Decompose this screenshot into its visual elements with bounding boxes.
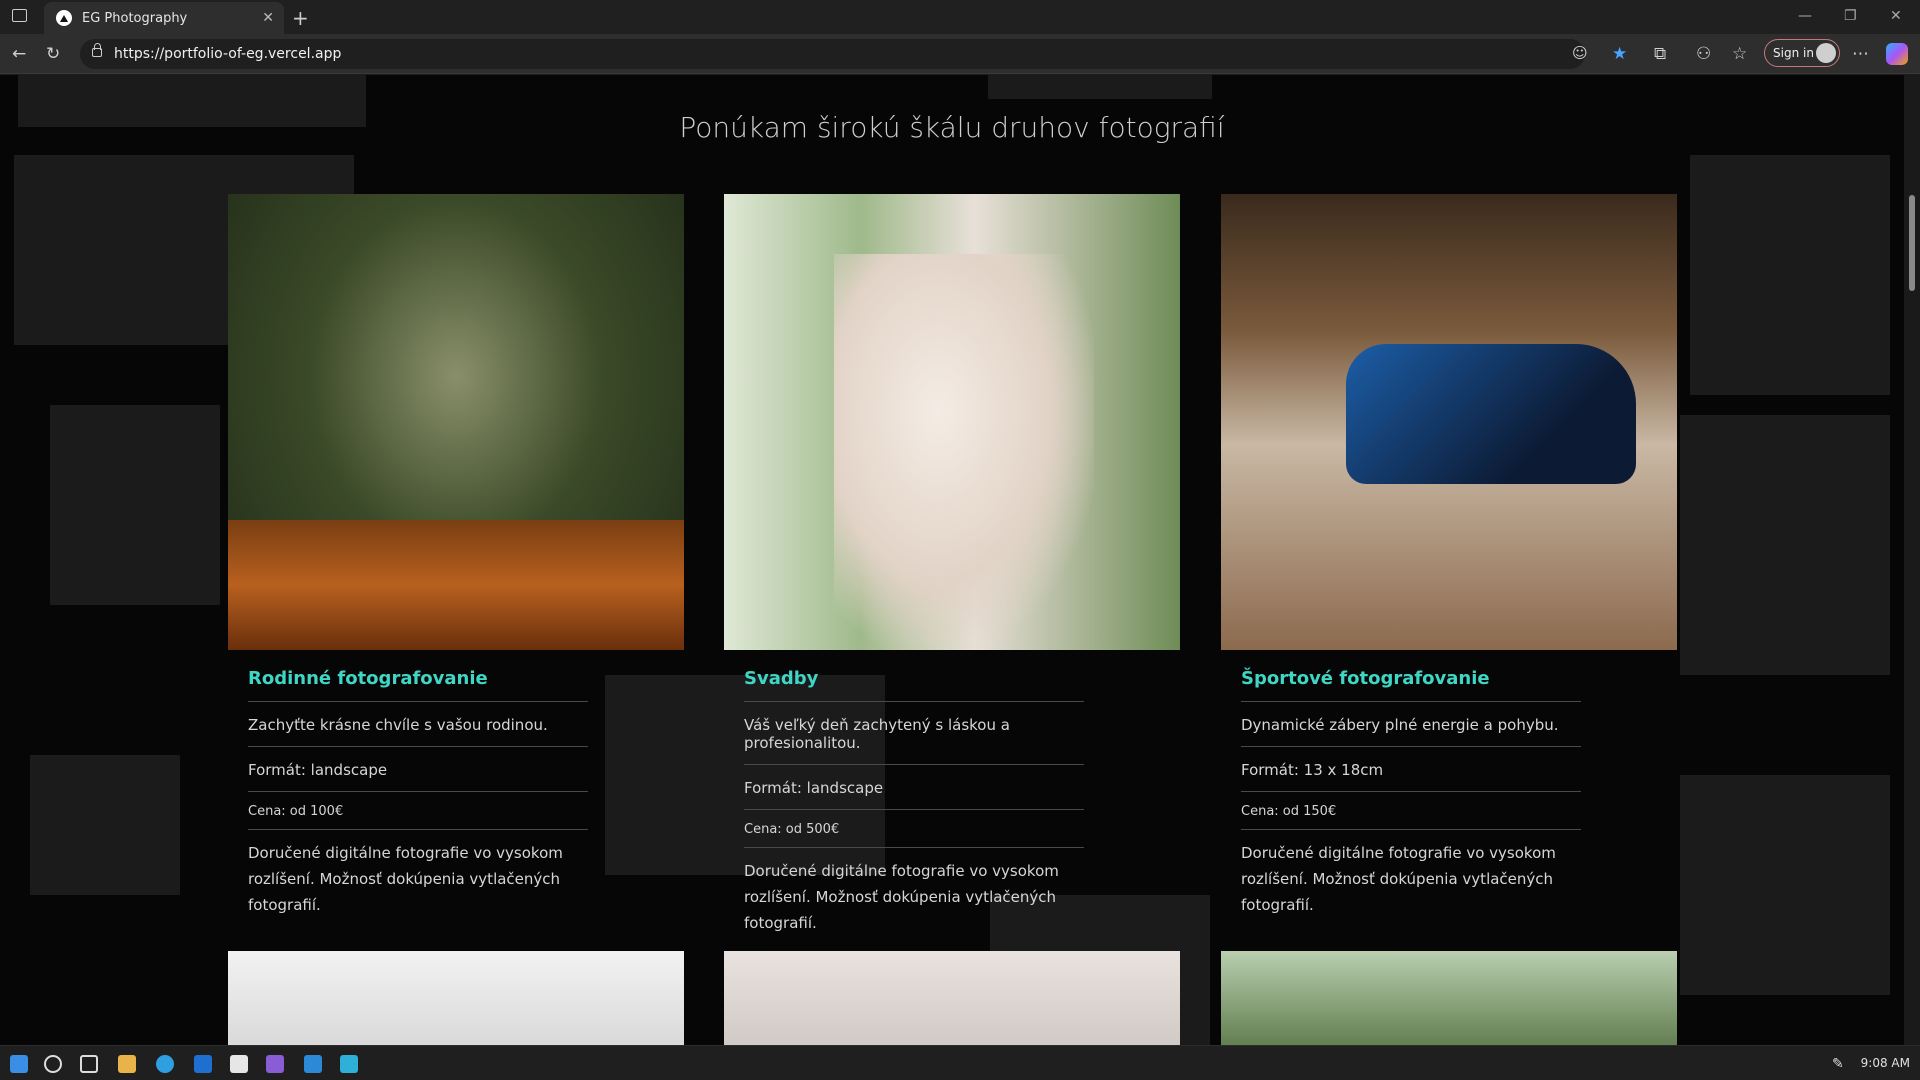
copilot-icon[interactable]: [1886, 43, 1908, 65]
background-tile: [988, 75, 1212, 99]
avatar: [1816, 43, 1836, 63]
sign-in-button[interactable]: Sign in: [1764, 39, 1840, 67]
store-icon[interactable]: [230, 1055, 248, 1073]
refresh-icon[interactable]: ↻: [46, 44, 60, 64]
page-scrollbar[interactable]: [1904, 75, 1920, 1045]
file-explorer-icon[interactable]: [118, 1055, 136, 1073]
address-bar[interactable]: https://portfolio-of-eg.vercel.app: [80, 39, 1585, 69]
close-window-button[interactable]: ✕: [1890, 8, 1902, 24]
windows-taskbar: ✎ 9:08 AM: [0, 1045, 1920, 1080]
more-icon[interactable]: ⋯: [1852, 44, 1869, 64]
family-photo[interactable]: [228, 194, 684, 650]
visual-studio-icon[interactable]: [266, 1055, 284, 1073]
background-tile: [30, 755, 180, 895]
product-photo[interactable]: [724, 951, 1180, 1045]
background-tile: [50, 405, 220, 605]
portrait-photo[interactable]: [228, 951, 684, 1045]
new-tab-button[interactable]: +: [292, 6, 309, 30]
restore-button[interactable]: ❐: [1844, 8, 1857, 24]
card-subtitle: Dynamické zábery plné energie a pohybu.: [1241, 702, 1581, 747]
close-tab-icon[interactable]: ✕: [262, 10, 274, 26]
page-title: Ponúkam širokú škálu druhov fotografií: [679, 111, 1225, 144]
background-tile: [1680, 415, 1890, 675]
card-price: Cena: od 100€: [248, 792, 588, 830]
background-tile: [1680, 775, 1890, 995]
start-icon[interactable]: [10, 1055, 28, 1073]
pen-icon[interactable]: ✎: [1832, 1056, 1848, 1072]
card-subtitle: Váš veľký deň zachytený s láskou a profe…: [744, 702, 1084, 765]
scrollbar-thumb[interactable]: [1909, 195, 1915, 291]
tab-title: EG Photography: [82, 10, 188, 26]
service-card-sports[interactable]: Športové fotografovanie Dynamické zábery…: [1221, 194, 1677, 918]
browser-titlebar: EG Photography ✕ + — ❐ ✕: [0, 0, 1920, 34]
card-title[interactable]: Svadby: [744, 668, 1084, 702]
browser-tab[interactable]: EG Photography ✕: [44, 2, 284, 34]
card-subtitle: Zachyťte krásne chvíle s vašou rodinou.: [248, 702, 588, 747]
minimize-button[interactable]: —: [1798, 8, 1812, 24]
page-content: Ponúkam širokú škálu druhov fotografií R…: [0, 75, 1904, 1045]
lock-icon[interactable]: [92, 43, 102, 57]
taskbar-clock[interactable]: 9:08 AM: [1861, 1056, 1910, 1070]
card-description: Doručené digitálne fotografie vo vysokom…: [744, 862, 1059, 932]
service-card-family[interactable]: Rodinné fotografovanie Zachyťte krásne c…: [228, 194, 684, 918]
vscode-icon[interactable]: [304, 1055, 322, 1073]
favorites-icon[interactable]: ☆: [1732, 44, 1747, 64]
card-format: Formát: 13 x 18cm: [1241, 747, 1581, 792]
search-icon[interactable]: [44, 1055, 62, 1073]
card-format: Formát: landscape: [744, 765, 1084, 810]
card-price: Cena: od 500€: [744, 810, 1084, 848]
browser-toolbar: ← ↻ https://portfolio-of-eg.vercel.app ☺…: [0, 34, 1920, 74]
url-text[interactable]: https://portfolio-of-eg.vercel.app: [114, 46, 341, 62]
extensions-icon[interactable]: ⧉: [1654, 44, 1666, 64]
edge-icon[interactable]: [156, 1055, 174, 1073]
sign-in-label: Sign in: [1773, 46, 1814, 60]
card-title[interactable]: Športové fotografovanie: [1241, 668, 1581, 702]
rally-car-photo[interactable]: [1221, 194, 1677, 650]
landscape-photo[interactable]: [1221, 951, 1677, 1045]
star-icon[interactable]: ★: [1612, 44, 1627, 64]
split-icon[interactable]: ⚇: [1696, 44, 1711, 64]
task-view-icon[interactable]: [80, 1055, 98, 1073]
reader-icon[interactable]: ☺: [1572, 44, 1588, 62]
outlook-icon[interactable]: [194, 1055, 212, 1073]
service-card-wedding[interactable]: Svadby Váš veľký deň zachytený s láskou …: [724, 194, 1180, 936]
card-description: Doručené digitálne fotografie vo vysokom…: [248, 844, 563, 914]
sidebar-toggle-icon[interactable]: [12, 9, 27, 22]
wedding-photo[interactable]: [724, 194, 1180, 650]
background-tile: [1690, 155, 1890, 395]
card-title[interactable]: Rodinné fotografovanie: [248, 668, 588, 702]
site-favicon-icon: [56, 10, 72, 26]
card-price: Cena: od 150€: [1241, 792, 1581, 830]
card-description: Doručené digitálne fotografie vo vysokom…: [1241, 844, 1556, 914]
back-icon[interactable]: ←: [12, 44, 26, 64]
terminal-icon[interactable]: [340, 1055, 358, 1073]
card-format: Formát: landscape: [248, 747, 588, 792]
